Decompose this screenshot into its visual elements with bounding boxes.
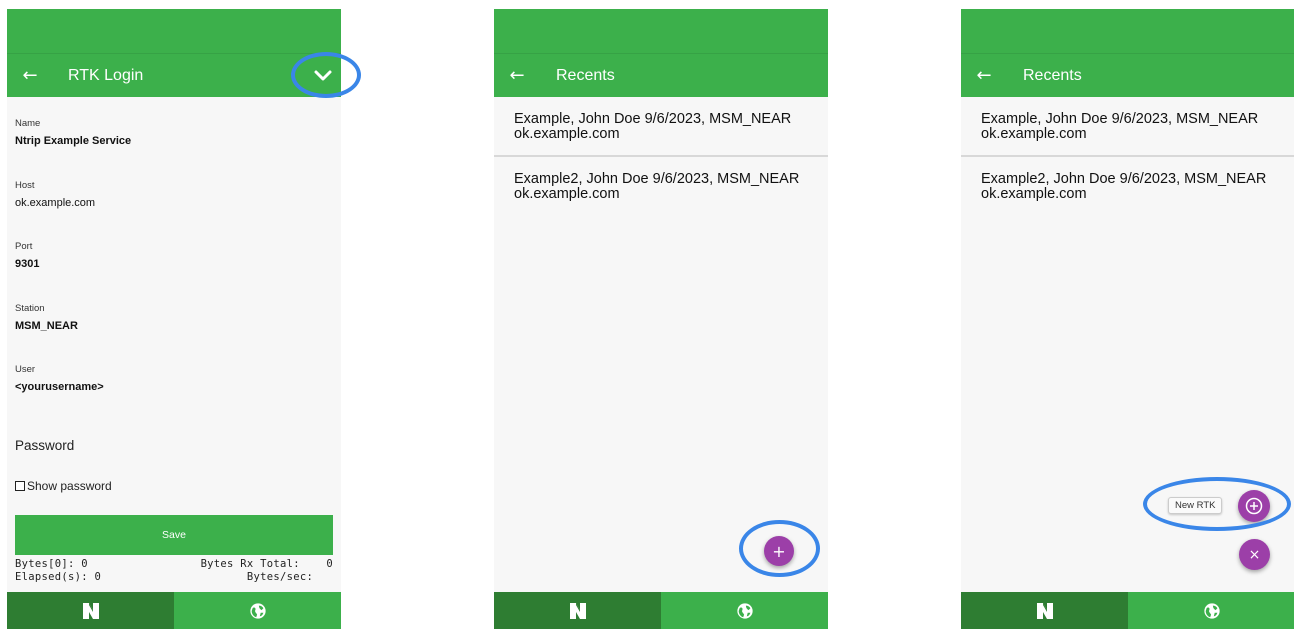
nav-tab-rtk[interactable] <box>961 592 1128 629</box>
status-bar <box>494 9 828 53</box>
elapsed-stat: Elapsed(s): 0 <box>15 570 102 583</box>
save-button[interactable]: Save <box>15 514 333 555</box>
nav-tab-map[interactable] <box>661 592 828 629</box>
show-password-toggle[interactable]: Show password <box>15 475 333 497</box>
highlight-ring-chevron <box>291 52 361 98</box>
item-host: ok.example.com <box>981 126 1087 142</box>
globe-icon <box>1203 603 1220 619</box>
close-fab-button[interactable]: × <box>1239 539 1270 570</box>
password-field[interactable]: Password <box>15 418 333 473</box>
connection-stats: Bytes[0]: 0 Bytes Rx Total: 0 Elapsed(s)… <box>15 558 333 584</box>
item-host: ok.example.com <box>981 186 1087 202</box>
item-host: ok.example.com <box>514 126 620 142</box>
arrow-left-icon[interactable]: ← <box>7 65 53 86</box>
name-field[interactable]: Name Ntrip Example Service <box>15 110 333 172</box>
bytes-sec-stat: Bytes/sec: <box>246 570 333 583</box>
nav-tab-rtk[interactable] <box>7 592 174 629</box>
field-label: Host <box>15 179 35 191</box>
show-password-label: Show password <box>27 478 112 493</box>
status-bar <box>961 9 1294 53</box>
arrow-left-icon[interactable]: ← <box>961 65 1007 86</box>
item-title: Example, John Doe 9/6/2023, MSM_NEAR <box>514 111 792 127</box>
field-value[interactable]: MSM_NEAR <box>15 320 333 332</box>
login-form: Name Ntrip Example Service Host ok.examp… <box>7 97 341 584</box>
field-value[interactable]: 9301 <box>15 258 333 270</box>
ntrip-logo-icon <box>82 603 99 619</box>
status-bar <box>7 9 341 53</box>
ntrip-logo-icon <box>1036 603 1053 619</box>
nav-tab-rtk[interactable] <box>494 592 661 629</box>
item-title: Example2, John Doe 9/6/2023, MSM_NEAR <box>514 171 800 187</box>
station-field[interactable]: Station MSM_NEAR <box>15 295 333 357</box>
field-value[interactable]: Ntrip Example Service <box>15 135 333 147</box>
page-title: Recents <box>556 66 615 84</box>
list-item[interactable]: Example2, John Doe 9/6/2023, MSM_NEAR ok… <box>961 157 1294 217</box>
list-item[interactable]: Example2, John Doe 9/6/2023, MSM_NEAR ok… <box>494 157 828 217</box>
page-title: Recents <box>1023 66 1082 84</box>
arrow-left-icon[interactable]: ← <box>494 65 540 86</box>
rx-total-stat: Bytes Rx Total: 0 <box>200 557 333 570</box>
item-host: ok.example.com <box>514 186 620 202</box>
nav-tab-map[interactable] <box>1128 592 1294 629</box>
recents-fab-menu-screen: ← Recents Example, John Doe 9/6/2023, MS… <box>961 9 1294 629</box>
rtk-login-screen: ← RTK Login Name Ntrip Example Service H… <box>7 9 341 629</box>
page-title: RTK Login <box>68 66 144 84</box>
bottom-nav <box>494 592 828 629</box>
globe-icon <box>736 603 753 619</box>
bottom-nav <box>961 592 1294 629</box>
bottom-nav <box>7 592 341 629</box>
field-label: Station <box>15 302 45 314</box>
list-item[interactable]: Example, John Doe 9/6/2023, MSM_NEAR ok.… <box>961 97 1294 157</box>
user-field[interactable]: User <yourusername> <box>15 356 333 418</box>
port-field[interactable]: Port 9301 <box>15 233 333 295</box>
field-value[interactable]: ok.example.com <box>15 197 333 209</box>
field-value[interactable]: <yourusername> <box>15 381 333 393</box>
host-field[interactable]: Host ok.example.com <box>15 172 333 234</box>
bytes0-stat: Bytes[0]: 0 <box>15 557 88 570</box>
field-label: User <box>15 364 36 375</box>
list-item[interactable]: Example, John Doe 9/6/2023, MSM_NEAR ok.… <box>494 97 828 157</box>
highlight-ring-add-fab <box>739 520 820 577</box>
globe-icon <box>249 603 266 619</box>
field-label: Port <box>15 241 33 252</box>
highlight-ring-new-rtk <box>1143 477 1291 531</box>
item-title: Example2, John Doe 9/6/2023, MSM_NEAR <box>981 171 1267 187</box>
app-bar: ← Recents <box>494 53 828 97</box>
nav-tab-map[interactable] <box>174 592 341 629</box>
field-label: Name <box>15 118 41 129</box>
ntrip-logo-icon <box>569 603 586 619</box>
item-title: Example, John Doe 9/6/2023, MSM_NEAR <box>981 111 1259 127</box>
checkbox[interactable] <box>15 480 25 491</box>
app-bar: ← Recents <box>961 53 1294 97</box>
